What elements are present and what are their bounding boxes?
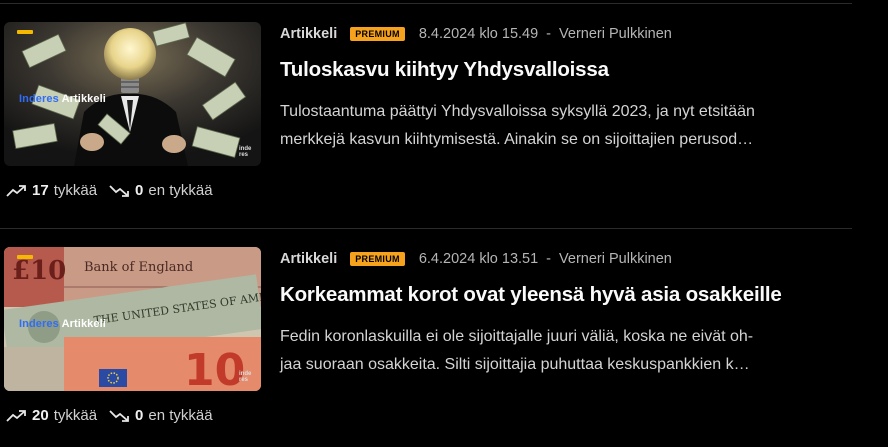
svg-text:£10: £10 xyxy=(12,256,66,286)
article-title[interactable]: Tuloskasvu kiihtyy Yhdysvalloissa xyxy=(280,58,609,82)
premium-badge: PREMIUM xyxy=(350,252,405,266)
inderes-watermark-logo: inde res xyxy=(239,146,252,158)
article-excerpt: Fedin koronlaskuilla ei ole sijoittajall… xyxy=(280,323,840,379)
article-card[interactable]: £10 Bank of England THE UNITED STATES OF… xyxy=(0,247,888,447)
thumbnail-brand-label: Inderes Artikkeli xyxy=(19,93,106,105)
brand-inderes: Inderes xyxy=(19,318,59,330)
svg-text:Bank of England: Bank of England xyxy=(84,260,193,275)
brand-artikkeli: Artikkeli xyxy=(61,93,106,105)
article-excerpt: Tulostaantuma päättyi Yhdysvalloissa syk… xyxy=(280,98,840,154)
thumbnail-brand-label: Inderes Artikkeli xyxy=(19,318,106,330)
like-label: tykkää xyxy=(53,182,98,199)
category-marker xyxy=(17,255,33,259)
dislike-count: 0 xyxy=(135,182,144,199)
article-type: Artikkeli xyxy=(280,251,338,267)
reactions-bar: 17 tykkää 0 en tykkää xyxy=(6,182,213,199)
article-card[interactable]: Inderes Artikkeli inde res Artikkeli PRE… xyxy=(0,22,888,222)
article-date: 6.4.2024 klo 13.51 xyxy=(418,251,539,267)
like-button[interactable]: 17 tykkää xyxy=(6,182,97,199)
top-divider xyxy=(0,3,852,4)
dislike-label: en tykkää xyxy=(148,407,213,424)
article-thumbnail[interactable]: £10 Bank of England THE UNITED STATES OF… xyxy=(4,247,261,391)
excerpt-line: Tulostaantuma päättyi Yhdysvalloissa syk… xyxy=(280,103,755,120)
dislike-count: 0 xyxy=(135,407,144,424)
article-type: Artikkeli xyxy=(280,26,338,42)
category-marker xyxy=(17,30,33,34)
inderes-watermark-logo: inde res xyxy=(239,371,252,383)
excerpt-line: merkkejä kasvun kiihtymisestä. Ainakin s… xyxy=(280,131,754,148)
brand-artikkeli: Artikkeli xyxy=(61,318,106,330)
reactions-bar: 20 tykkää 0 en tykkää xyxy=(6,407,213,424)
trending-down-icon xyxy=(109,184,129,197)
meta-separator: - xyxy=(546,26,552,42)
author-link[interactable]: Verneri Pulkkinen xyxy=(559,26,672,42)
trending-up-icon xyxy=(6,184,26,197)
author-link[interactable]: Verneri Pulkkinen xyxy=(559,251,672,267)
article-title[interactable]: Korkeammat korot ovat yleensä hyvä asia … xyxy=(280,283,782,307)
trending-down-icon xyxy=(109,409,129,422)
article-divider xyxy=(0,228,852,229)
premium-badge: PREMIUM xyxy=(350,27,405,41)
excerpt-line: jaa suoraan osakkeita. Silti sijoittajia… xyxy=(280,356,750,373)
article-meta: Artikkeli PREMIUM 6.4.2024 klo 13.51 - V… xyxy=(280,249,672,269)
excerpt-line: Fedin koronlaskuilla ei ole sijoittajall… xyxy=(280,328,754,345)
dislike-button[interactable]: 0 en tykkää xyxy=(109,407,213,424)
trending-up-icon xyxy=(6,409,26,422)
svg-text:10: 10 xyxy=(184,345,245,391)
article-date: 8.4.2024 klo 15.49 xyxy=(418,26,539,42)
brand-inderes: Inderes xyxy=(19,93,59,105)
meta-separator: - xyxy=(546,251,552,267)
article-meta: Artikkeli PREMIUM 8.4.2024 klo 15.49 - V… xyxy=(280,24,672,44)
dislike-label: en tykkää xyxy=(148,182,213,199)
dislike-button[interactable]: 0 en tykkää xyxy=(109,182,213,199)
article-thumbnail[interactable]: Inderes Artikkeli inde res xyxy=(4,22,261,166)
like-label: tykkää xyxy=(53,407,98,424)
like-count: 17 xyxy=(32,182,49,199)
like-button[interactable]: 20 tykkää xyxy=(6,407,97,424)
like-count: 20 xyxy=(32,407,49,424)
